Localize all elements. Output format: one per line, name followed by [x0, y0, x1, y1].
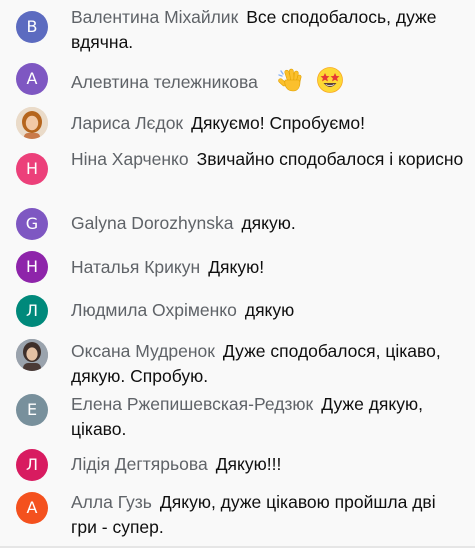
author-name[interactable]: Алла Гузь: [71, 492, 152, 512]
message-text: Дякуємо! Спробуємо!: [191, 113, 365, 133]
message-body: Galyna Dorozhynska дякую.: [71, 211, 466, 236]
message-body: Лідія Дегтярьова Дякую!!!: [71, 452, 466, 477]
chat-message-list: В Валентина Міхайлик Все сподобалось, дуж…: [0, 0, 475, 548]
avatar[interactable]: Е: [16, 394, 48, 426]
message-text: Дякую!!!: [215, 454, 282, 474]
message-body: Наталья Крикун Дякую!: [71, 255, 466, 280]
message-body: Алла Гузь Дякую, дуже цікавою пройшла дві…: [71, 490, 466, 540]
message-body: Оксана Мудренок Дуже сподобалося, цікаво,…: [71, 339, 466, 389]
star-struck-face-icon: [316, 66, 344, 101]
author-name[interactable]: Людмила Охріменко: [71, 300, 237, 320]
author-name[interactable]: Алевтина тележникова: [71, 72, 258, 92]
message-body: Лариса Лєдок Дякуємо! Спробуємо!: [71, 111, 466, 136]
author-name[interactable]: Лідія Дегтярьова: [71, 454, 208, 474]
waving-hand-icon: [277, 66, 305, 101]
avatar[interactable]: Н: [16, 153, 48, 185]
author-name[interactable]: Оксана Мудренок: [71, 341, 215, 361]
message-body: Людмила Охріменко дякую: [71, 298, 466, 323]
message-text: Звичайно сподобалося і корисно: [196, 149, 464, 169]
author-name[interactable]: Лариса Лєдок: [71, 113, 183, 133]
message-body: Валентина Міхайлик Все сподобалось, дуже …: [71, 5, 466, 55]
message-body: Елена Ржепишевская-Редзюк Дуже дякую, цік…: [71, 392, 466, 442]
avatar[interactable]: Л: [16, 449, 48, 481]
message-body: Ніна Харченко Звичайно сподобалося і кори…: [71, 147, 466, 172]
avatar[interactable]: G: [16, 208, 48, 240]
avatar[interactable]: [16, 339, 48, 371]
avatar[interactable]: Л: [16, 295, 48, 327]
avatar[interactable]: Н: [16, 251, 48, 283]
avatar[interactable]: А: [16, 492, 48, 524]
avatar[interactable]: А: [16, 63, 48, 95]
author-name[interactable]: Galyna Dorozhynska: [71, 213, 233, 233]
message-text: Дякую!: [208, 257, 265, 277]
message-text: дякую.: [241, 213, 296, 233]
author-name[interactable]: Елена Ржепишевская-Редзюк: [71, 394, 313, 414]
author-name[interactable]: Ніна Харченко: [71, 149, 189, 169]
avatar[interactable]: В: [16, 11, 48, 43]
author-name[interactable]: Валентина Міхайлик: [71, 7, 238, 27]
message-body: Алевтина тележникова: [71, 66, 466, 101]
avatar[interactable]: [16, 107, 48, 139]
author-name[interactable]: Наталья Крикун: [71, 257, 200, 277]
message-text: дякую: [244, 300, 295, 320]
